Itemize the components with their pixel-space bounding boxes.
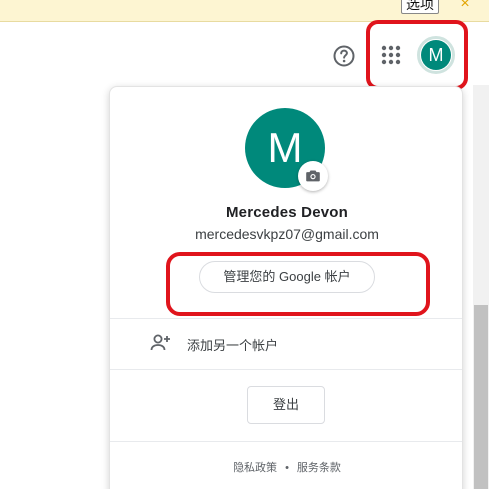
footer-separator: • <box>285 462 289 474</box>
privacy-policy-link[interactable]: 隐私政策 <box>233 459 277 475</box>
add-account-label: 添加另一个帐户 <box>187 338 279 353</box>
sign-out-button[interactable]: 登出 <box>247 386 325 424</box>
notification-bar: 选项 × <box>0 0 489 22</box>
highlight-box-manage <box>166 252 430 316</box>
terms-of-service-link[interactable]: 服务条款 <box>297 459 341 475</box>
camera-icon <box>306 170 320 182</box>
divider <box>110 441 462 442</box>
change-photo-button[interactable] <box>298 161 328 191</box>
account-name: Mercedes Devon <box>225 204 349 221</box>
footer-links: 隐私政策 • 服务条款 <box>110 459 464 475</box>
add-person-icon <box>150 334 170 351</box>
close-icon[interactable]: × <box>456 0 474 13</box>
scrollbar-thumb[interactable] <box>474 305 488 489</box>
help-icon[interactable] <box>332 44 356 68</box>
add-account-item[interactable]: 添加另一个帐户 <box>110 319 462 369</box>
highlight-box-header <box>366 20 468 90</box>
page: 选项 × M M Mercedes Devon mercedesvkpz07@g… <box>0 0 489 489</box>
divider <box>110 369 462 370</box>
options-button[interactable]: 选项 <box>401 0 439 14</box>
account-email: mercedesvkpz07@gmail.com <box>195 226 379 242</box>
account-popup: M Mercedes Devon mercedesvkpz07@gmail.co… <box>109 86 463 489</box>
